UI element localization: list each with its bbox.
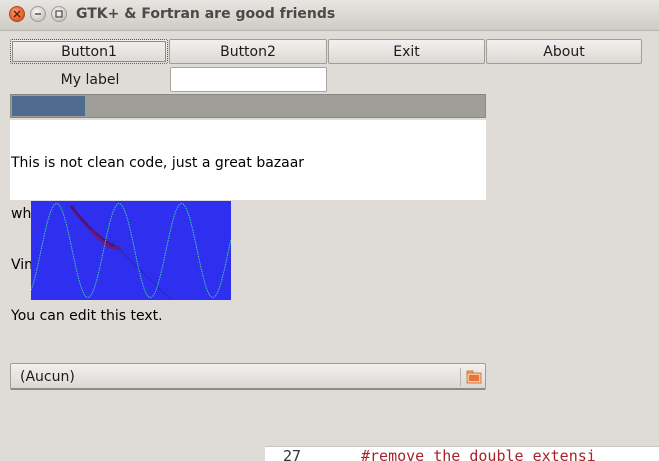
about-button[interactable]: About (486, 39, 642, 64)
drawing-background (31, 201, 231, 300)
progress-fill (12, 96, 85, 116)
drawing-area[interactable] (31, 201, 231, 300)
editor-code-line: #remove the double extensi (361, 447, 596, 461)
text-line: This is not clean code, just a great baz… (11, 155, 305, 171)
exit-button-label: Exit (393, 43, 420, 60)
button1-label: Button1 (61, 43, 117, 60)
close-window-button[interactable] (9, 6, 25, 22)
progress-bar (10, 94, 486, 118)
maximize-window-button[interactable] (51, 6, 67, 22)
background-editor-window: 27 #remove the double extensi (265, 446, 659, 461)
exit-button[interactable]: Exit (328, 39, 485, 64)
file-chooser-button[interactable]: (Aucun) (10, 363, 486, 390)
text-entry[interactable] (170, 67, 327, 92)
close-icon (13, 10, 21, 18)
drawing-canvas (31, 201, 231, 300)
folder-open-icon (466, 370, 482, 384)
window-title: GTK+ & Fortran are good friends (76, 6, 336, 22)
maximize-icon (55, 10, 63, 18)
minimize-window-button[interactable] (30, 6, 46, 22)
about-button-label: About (543, 43, 585, 60)
text-line: You can edit this text. (11, 308, 163, 324)
file-chooser-label: (Aucun) (20, 369, 75, 385)
button1[interactable]: Button1 (10, 39, 168, 64)
button2-label: Button2 (220, 43, 276, 60)
title-bar: GTK+ & Fortran are good friends (0, 0, 659, 31)
text-view[interactable]: This is not clean code, just a great baz… (10, 120, 486, 324)
file-chooser-separator (460, 368, 461, 386)
button2[interactable]: Button2 (169, 39, 327, 64)
editor-line-number: 27 (283, 447, 302, 461)
my-label: My label (60, 72, 120, 88)
minimize-icon (35, 13, 41, 15)
